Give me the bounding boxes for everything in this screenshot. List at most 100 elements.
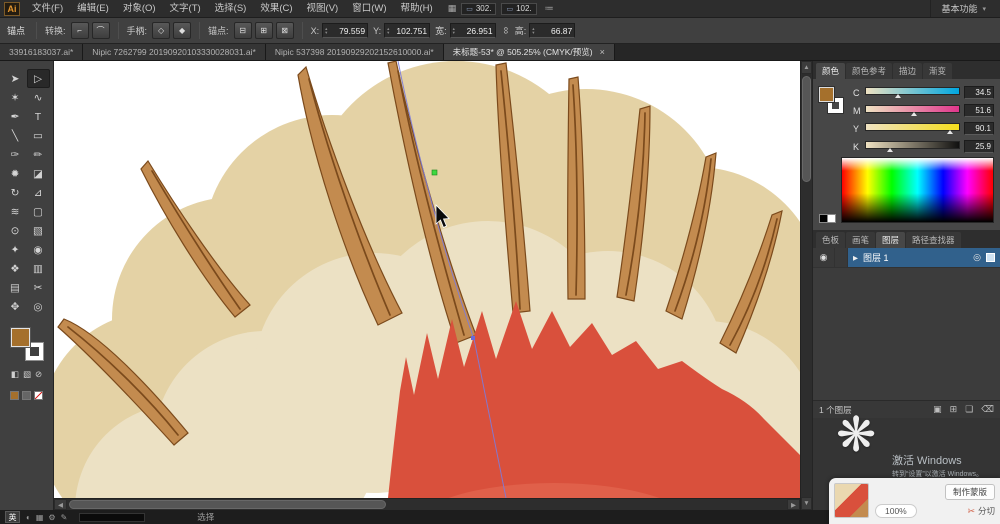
make-mask-button[interactable]: 制作蒙版 (944, 484, 995, 500)
anchor-point[interactable] (471, 336, 475, 340)
none-swatch-icon[interactable]: ⊘ (35, 369, 42, 380)
panel-tab[interactable]: 描边 (893, 63, 923, 79)
scroll-right-icon[interactable]: ▶ (787, 499, 800, 510)
menu-item[interactable]: 效果(C) (253, 0, 299, 17)
color-fill-stroke-proxy[interactable] (818, 86, 846, 128)
menu-item[interactable]: 对象(O) (116, 0, 163, 17)
channel-slider[interactable] (865, 141, 960, 152)
panel-tab[interactable]: 颜色参考 (846, 63, 893, 79)
eyedropper-tool[interactable]: ✦ (4, 240, 27, 259)
layer-row[interactable]: ◉ ▶ 图层 1 ◎ (813, 248, 1000, 268)
document-tab[interactable]: 33916183037.ai* (0, 44, 84, 60)
flower-artwork[interactable] (54, 61, 800, 498)
channel-value-input[interactable]: 51.6 (964, 104, 994, 117)
convert-to-corner-button[interactable]: ⌐ (70, 22, 89, 39)
graph-tool[interactable]: ▥ (27, 259, 50, 278)
symbol-sprayer-tool[interactable]: ❖ (4, 259, 27, 278)
channel-value-input[interactable]: 90.1 (964, 122, 994, 135)
delete-layer-icon[interactable]: ⌫ (981, 404, 994, 415)
make-mask-icon[interactable]: ▣ (933, 404, 942, 415)
document-tab[interactable]: Nipic 7262799 20190920103330028031.ai* (83, 44, 266, 60)
line-tool[interactable]: ╲ (4, 126, 27, 145)
scroll-down-icon[interactable]: ▼ (801, 497, 812, 510)
link-dimensions-icon[interactable]: ∞ (500, 27, 511, 34)
remove-anchor-button[interactable]: ⊟ (233, 22, 252, 39)
menu-item[interactable]: 文件(F) (25, 0, 70, 17)
height-input[interactable]: ▴ ▾ 66.87 (529, 23, 576, 38)
menu-item[interactable]: 窗口(W) (345, 0, 393, 17)
fill-swatch[interactable] (818, 86, 835, 103)
free-transform-tool[interactable]: ▢ (27, 202, 50, 221)
draw-inside-icon[interactable] (34, 391, 43, 400)
new-sublayer-icon[interactable]: ⊞ (950, 404, 958, 415)
artboard-tool[interactable]: ▤ (4, 278, 27, 297)
hide-handles-button[interactable]: ◆ (173, 22, 192, 39)
zoom-level-field[interactable]: 100% (875, 504, 917, 518)
new-layer-icon[interactable]: ❏ (965, 404, 973, 415)
zoom-tool[interactable]: ◎ (27, 297, 50, 316)
channel-value-input[interactable]: 34.5 (964, 86, 994, 99)
black-white-swatches[interactable] (819, 214, 836, 223)
ime-pen-icon[interactable]: ✎ (61, 513, 68, 522)
selection-tool[interactable]: ➤ (4, 69, 27, 88)
fill-stroke-proxy[interactable] (9, 327, 44, 361)
ime-indicator[interactable]: 英 (5, 511, 20, 523)
magic-wand-tool[interactable]: ✶ (4, 88, 27, 107)
lock-cell[interactable] (835, 248, 848, 267)
pen-tool[interactable]: ✒ (4, 107, 27, 126)
channel-slider[interactable] (865, 87, 960, 98)
vertical-scrollbar[interactable]: ▲ ▼ (800, 61, 812, 510)
panel-tab[interactable]: 画笔 (846, 232, 876, 248)
convert-to-smooth-button[interactable]: ⌒ (91, 22, 110, 39)
workspace-switcher[interactable]: 基本功能 ▾ (930, 0, 996, 17)
pencil-tool[interactable]: ✏ (27, 145, 50, 164)
eye-icon[interactable]: ◉ (820, 252, 828, 263)
vscroll-thumb[interactable] (802, 76, 811, 182)
shape-builder-tool[interactable]: ⊙ (4, 221, 27, 240)
scale-tool[interactable]: ⊿ (27, 183, 50, 202)
slice-control[interactable]: ✂ 分切 (967, 505, 995, 517)
hand-tool[interactable]: ✥ (4, 297, 27, 316)
target-icon[interactable]: ◎ (973, 252, 981, 263)
clip-thumbnail[interactable] (834, 483, 869, 518)
add-anchor-button[interactable]: ⊞ (254, 22, 273, 39)
ime-settings-icon[interactable]: ⚙ (48, 513, 55, 522)
menu-item[interactable]: 文字(T) (163, 0, 208, 17)
layer-selected-row[interactable]: ▶ 图层 1 ◎ (848, 248, 1000, 267)
menu-item[interactable]: 帮助(H) (394, 0, 440, 17)
channel-slider[interactable] (865, 105, 960, 116)
white-swatch[interactable] (827, 214, 836, 223)
slider-thumb[interactable] (946, 130, 953, 134)
x-input[interactable]: ▴ ▾ 79.559 (322, 23, 369, 38)
expand-layer-icon[interactable]: ▶ (853, 254, 858, 262)
fill-swatch[interactable] (9, 327, 31, 348)
arrange-documents-icon[interactable]: ▦ (448, 3, 457, 14)
show-handles-button[interactable]: ◇ (152, 22, 171, 39)
layer-name[interactable]: 图层 1 (863, 251, 889, 264)
coordinate-chip[interactable]: ▭ 302. (461, 2, 497, 15)
ime-keyboard-icon[interactable]: ▦ (36, 513, 44, 522)
coordinate-chip[interactable]: ▭ 102. (501, 2, 537, 15)
panel-tab[interactable]: 图层 (876, 232, 906, 248)
eraser-tool[interactable]: ◪ (27, 164, 50, 183)
lasso-tool[interactable]: ∿ (27, 88, 50, 107)
menu-item[interactable]: 视图(V) (300, 0, 346, 17)
channel-value-input[interactable]: 25.9 (964, 140, 994, 153)
slice-tool[interactable]: ✂ (27, 278, 50, 297)
rectangle-tool[interactable]: ▭ (27, 126, 50, 145)
menu-item[interactable]: 选择(S) (208, 0, 254, 17)
panel-tab[interactable]: 颜色 (816, 63, 846, 79)
panel-tab[interactable]: 色板 (816, 232, 846, 248)
blob-brush-tool[interactable]: ✹ (4, 164, 27, 183)
panel-tab[interactable]: 渐变 (923, 63, 953, 79)
width-input[interactable]: ▴ ▾ 26.951 (449, 23, 496, 38)
draw-behind-icon[interactable] (22, 391, 31, 400)
slider-thumb[interactable] (910, 112, 917, 116)
gradient-swatch-icon[interactable]: ▧ (23, 369, 31, 380)
recorder-settings-icon[interactable]: ≔ (545, 3, 554, 14)
artboard-canvas[interactable] (54, 61, 800, 498)
anchor-point-selected[interactable] (431, 169, 438, 176)
y-input[interactable]: ▴ ▾ 102.751 (384, 23, 431, 38)
ime-mode-icon[interactable]: ◐ (26, 513, 31, 522)
slider-thumb[interactable] (895, 94, 902, 98)
